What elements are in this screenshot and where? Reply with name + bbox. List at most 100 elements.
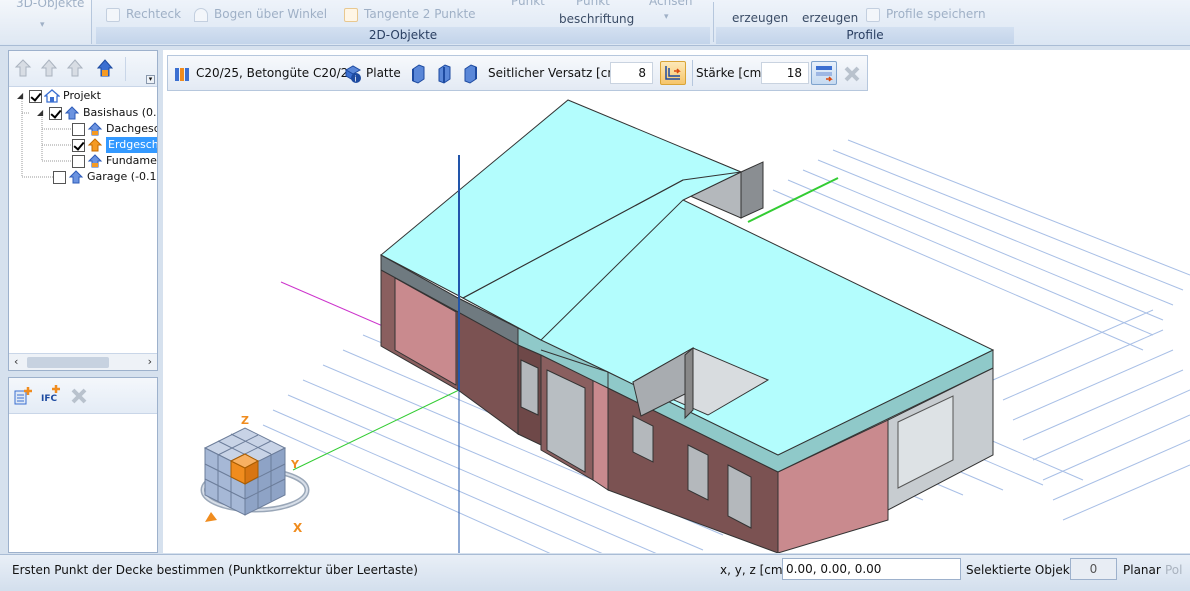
window-notch <box>520 359 539 416</box>
profile-speichern-button[interactable]: Profile speichern <box>866 7 986 22</box>
navigation-cube[interactable]: Z Y X <box>200 414 310 535</box>
bogen-button[interactable]: Bogen über Winkel <box>194 7 327 22</box>
erzeugen-button-1[interactable]: erzeugen <box>732 11 788 25</box>
status-bar: Ersten Punkt der Decke bestimmen (Punktk… <box>0 554 1190 591</box>
tree-item-projekt[interactable]: ◢ Projekt <box>17 88 101 104</box>
rechteck-button[interactable]: Rechteck <box>106 7 181 22</box>
arrow-up-icon[interactable] <box>39 58 59 78</box>
xyz-label: x, y, z [cm] <box>720 563 788 577</box>
toolbar-overflow-button[interactable]: ▾ <box>146 75 155 84</box>
material-icon[interactable] <box>174 66 190 82</box>
erzeugen-button-2[interactable]: erzeugen <box>802 11 858 25</box>
chevron-down-icon: ▾ <box>40 20 45 30</box>
selected-objects-label: Selektierte Objekte <box>966 563 1082 577</box>
alignment-right-icon[interactable] <box>462 63 478 85</box>
tangent-icon <box>344 7 358 22</box>
tree-item-fundament[interactable]: Fundamen <box>72 153 157 169</box>
storey-icon <box>87 154 103 168</box>
cube-axis-x-icon: X <box>293 521 303 535</box>
tree-checkbox[interactable] <box>53 170 66 184</box>
ifc-import-button[interactable]: IFC <box>39 385 63 406</box>
thickness-label: Stärke [cm] <box>696 66 766 80</box>
xyz-input[interactable]: 0.00, 0.00, 0.00 <box>782 558 961 580</box>
achsen-button[interactable]: Achsen <box>649 0 692 8</box>
building-icon <box>68 170 84 184</box>
offset-label: Seitlicher Versatz [cm] <box>488 66 624 80</box>
house-icon <box>44 89 60 103</box>
chevron-down-icon: ▾ <box>664 12 669 22</box>
svg-text:i: i <box>355 75 357 84</box>
storey-icon <box>87 138 103 152</box>
group-2d-objects: Rechteck Bogen über Winkel Tangente 2 Pu… <box>96 0 710 44</box>
cube-axis-y-icon: Y <box>290 458 300 471</box>
delete-icon[interactable] <box>69 386 89 406</box>
tree-horizontal-scrollbar[interactable]: ‹ › <box>9 353 157 370</box>
cancel-icon[interactable] <box>842 65 862 83</box>
storey-icon <box>87 122 103 136</box>
alignment-left-icon[interactable] <box>410 63 426 85</box>
cube-axis-z-icon: Z <box>241 414 249 427</box>
tree-item-erdgeschoss[interactable]: Erdgescho <box>72 137 157 153</box>
punkt-beschriftung-top[interactable]: Punkt <box>576 0 610 8</box>
group-profile-label: Profile <box>716 27 1014 44</box>
thickness-input[interactable]: 18 <box>761 62 809 84</box>
wall-back-garage-side <box>740 161 764 219</box>
3d-model-canvas[interactable]: Z Y X <box>163 50 1190 591</box>
arrow-up-icon[interactable] <box>65 58 85 78</box>
tree-checkbox[interactable] <box>49 106 62 120</box>
tangente-button[interactable]: Tangente 2 Punkte <box>344 7 476 22</box>
objects-toolbar: IFC <box>9 378 157 414</box>
tree-item-garage[interactable]: Garage (-0.150 <box>53 169 157 185</box>
offset-swap-button[interactable] <box>660 61 686 85</box>
objects-panel: IFC <box>8 377 158 553</box>
flip-direction-icon <box>816 66 833 82</box>
tree-item-dachgeschoss[interactable]: Dachgesc <box>72 121 157 137</box>
punkt-button[interactable]: Punkt <box>511 0 545 8</box>
tree-item-basishaus[interactable]: ◢ Basishaus (0.0 <box>37 105 157 121</box>
slab-opening-post <box>684 346 694 420</box>
type-label[interactable]: Platte <box>366 56 401 90</box>
polar-toggle[interactable]: Pol <box>1165 555 1182 585</box>
collapse-icon[interactable]: ◢ <box>37 105 46 121</box>
rectangle-icon <box>106 7 120 22</box>
3d-objects-label: 3D-Objekte <box>16 0 85 10</box>
swap-icon <box>665 66 681 80</box>
project-tree-panel: ▾ ◢ Projekt ◢ Basishaus (0.0 Dachgesc Er… <box>8 50 158 371</box>
offset-input[interactable]: 8 <box>610 62 653 84</box>
tree-checkbox[interactable] <box>72 154 85 168</box>
window-2 <box>687 444 709 501</box>
home-level-icon[interactable] <box>95 58 115 78</box>
tree-checkbox[interactable] <box>72 138 85 152</box>
planar-toggle[interactable]: Planar <box>1123 555 1161 585</box>
add-object-icon[interactable] <box>13 386 33 406</box>
scroll-right-icon[interactable]: › <box>148 355 152 368</box>
status-message: Ersten Punkt der Decke bestimmen (Punktk… <box>12 563 418 577</box>
3d-viewport[interactable]: Z Y X <box>163 50 1190 591</box>
toolbar-separator <box>692 60 693 86</box>
arc-icon <box>194 7 208 22</box>
building-icon <box>64 106 80 120</box>
ribbon-separator <box>713 2 714 42</box>
3d-objects-group-button[interactable]: 3D-Objekte ▾ <box>0 0 92 44</box>
alignment-center-icon[interactable] <box>436 63 452 85</box>
group-profile: erzeugen erzeugen Profile speichern Prof… <box>716 0 1014 44</box>
tree-checkbox[interactable] <box>72 122 85 136</box>
selected-objects-count: 0 <box>1070 558 1117 580</box>
level-up-down-icon[interactable] <box>13 58 33 78</box>
ribbon: 3D-Objekte ▾ Rechteck Bogen über Winkel … <box>0 0 1190 46</box>
collapse-icon[interactable]: ◢ <box>17 88 26 104</box>
plus-icon <box>52 385 60 393</box>
scrollbar-thumb[interactable] <box>27 357 109 368</box>
group-2d-label: 2D-Objekte <box>96 27 710 44</box>
thickness-direction-button[interactable] <box>811 61 837 85</box>
punkt-beschriftung-button[interactable]: beschriftung <box>559 12 634 26</box>
tree-checkbox[interactable] <box>29 89 42 103</box>
tree-nav-toolbar: ▾ <box>9 51 157 87</box>
ceiling-property-toolbar: C20/25, Betongüte C20/25 i Platte Seitli… <box>167 55 868 91</box>
toolbar-separator <box>125 57 126 81</box>
project-tree: ◢ Projekt ◢ Basishaus (0.0 Dachgesc Erdg… <box>9 87 157 347</box>
slab-info-icon[interactable]: i <box>344 64 362 84</box>
wall-entrance-jamb <box>592 379 609 491</box>
scroll-left-icon[interactable]: ‹ <box>14 355 18 368</box>
material-dropdown[interactable]: C20/25, Betongüte C20/25 <box>196 56 356 90</box>
